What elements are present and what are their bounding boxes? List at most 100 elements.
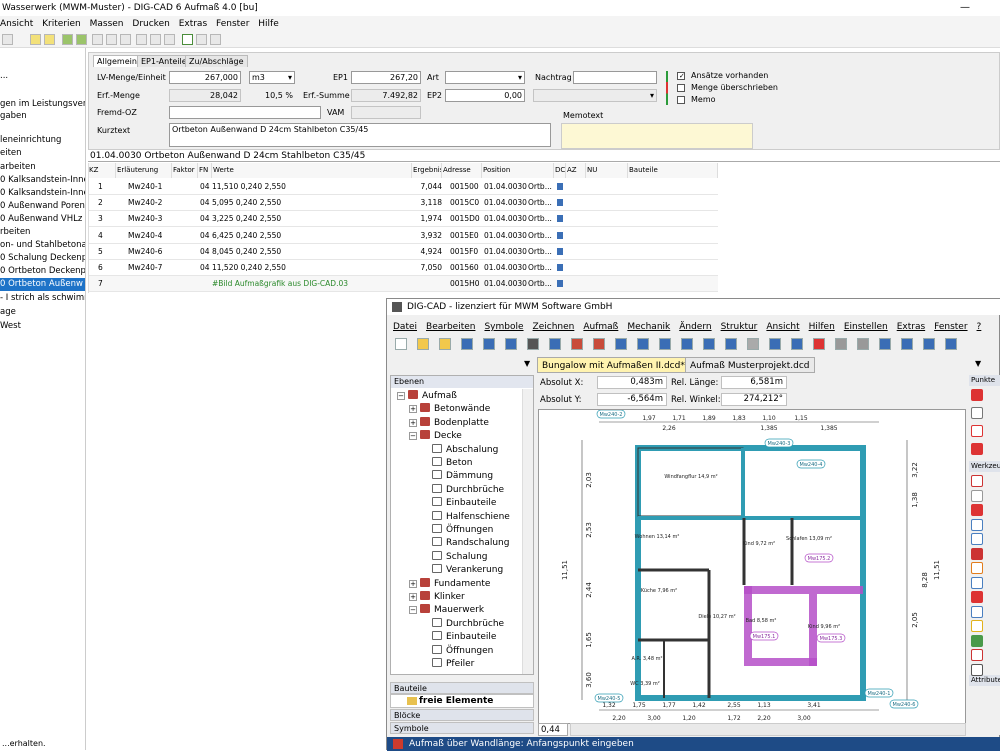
table-row[interactable]: 2 Mw240-2 04 5,095 0,240 2,550 3,118 0015C0 01… <box>88 195 718 212</box>
table-row[interactable]: 7 #Bild Aufmaßgrafik aus DIG-CAD.03 0015H0… <box>88 276 718 293</box>
tree-item[interactable]: gaben <box>0 110 85 123</box>
lv-menge-field[interactable]: 267,000 <box>169 71 241 84</box>
tab-ep1-anteile[interactable]: EP1-Anteile <box>137 55 191 67</box>
cad-toolbar-icon[interactable] <box>747 338 759 350</box>
cad-toolbar-icon[interactable] <box>901 338 913 350</box>
tool-icon[interactable] <box>971 425 983 437</box>
check-icon[interactable] <box>62 34 73 45</box>
panel-chevron-icon[interactable]: ▼ <box>524 359 530 368</box>
grid-header[interactable]: DC <box>554 163 566 178</box>
attach-icon[interactable] <box>196 34 207 45</box>
layer-node[interactable]: + Bodenplatte <box>409 416 489 430</box>
bauteile-header[interactable]: Bauteile <box>390 682 534 694</box>
tree-item[interactable]: 0 Schalung Deckenp <box>0 252 85 265</box>
cad-toolbar-icon[interactable] <box>417 338 429 350</box>
cad-toolbar-icon[interactable] <box>593 338 605 350</box>
grid-header[interactable]: Position <box>482 163 554 178</box>
tab-aufmass-musterprojekt[interactable]: Aufmaß Musterprojekt.dcd <box>685 357 815 373</box>
tab-list-chevron-icon[interactable]: ▼ <box>975 359 981 368</box>
menu-massen[interactable]: Massen <box>90 16 124 32</box>
tree-item[interactable]: on- und Stahlbetonart <box>0 239 85 252</box>
tree-item[interactable]: leneinrichtung <box>0 134 85 147</box>
verify-icon[interactable] <box>182 34 193 45</box>
layer-node[interactable]: Öffnungen <box>421 644 493 658</box>
layer-node[interactable]: Abschalung <box>421 443 498 457</box>
cad-menu-item[interactable]: Datei <box>393 319 417 335</box>
lv-icon[interactable] <box>30 34 41 45</box>
collapse-icon[interactable]: − <box>397 392 405 400</box>
layer-node[interactable]: + Betonwände <box>409 403 490 416</box>
minimize-icon[interactable]: — <box>960 0 970 16</box>
layer-node[interactable]: − Mauerwerk <box>409 604 484 617</box>
ansaetze-checkbox[interactable]: ✓ <box>677 72 685 80</box>
tool-icon[interactable] <box>971 518 983 531</box>
tool-icon[interactable] <box>971 533 983 545</box>
cad-toolbar-icon[interactable] <box>615 338 627 350</box>
einheit-select[interactable]: m3 <box>249 71 295 84</box>
menu-hilfe[interactable]: Hilfe <box>258 16 278 32</box>
menu-drucken[interactable]: Drucken <box>132 16 169 32</box>
tool-icon[interactable] <box>971 663 983 676</box>
symbole-header[interactable]: Symbole <box>390 722 534 734</box>
cad-drawing-canvas[interactable]: Windfangflur 14,9 m² Wohnen 13,14 m² Kind … <box>538 409 966 724</box>
cad-toolbar-icon[interactable] <box>725 338 737 350</box>
tree-item[interactable]: ... <box>0 70 85 83</box>
table-row[interactable]: 4 Mw240-4 04 6,425 0,240 2,550 3,932 0015E0 01… <box>88 228 718 244</box>
cad-toolbar-icon[interactable] <box>857 338 869 350</box>
nachtrag-field[interactable] <box>573 71 657 84</box>
tab-bungalow[interactable]: Bungalow mit Aufmaßen II.dcd* ✕ <box>537 357 701 373</box>
layer-node[interactable]: Dämmung <box>421 470 493 483</box>
redo-icon[interactable] <box>120 34 131 45</box>
grid-header[interactable]: Bauteile <box>628 163 718 178</box>
tree-item[interactable]: - I strich als schwimr <box>0 292 85 305</box>
tab-zu-abschlaege[interactable]: Zu/Abschläge <box>185 55 248 67</box>
grid-header[interactable]: KZ <box>88 163 116 178</box>
cad-toolbar-icon[interactable] <box>681 338 693 350</box>
layer-node[interactable]: Einbauteile <box>421 631 496 644</box>
table-row[interactable]: 3 Mw240-3 04 3,225 0,240 2,550 1,974 0015D0 01… <box>88 211 718 228</box>
lv2-icon[interactable] <box>44 34 55 45</box>
cad-toolbar-icon[interactable] <box>945 338 957 350</box>
tool-icon[interactable] <box>971 620 983 632</box>
tool-icon[interactable] <box>971 443 983 455</box>
cad-menu-item[interactable]: Struktur <box>721 319 758 335</box>
cad-toolbar-icon[interactable] <box>483 338 495 350</box>
tool-icon[interactable] <box>971 605 983 618</box>
layer-node[interactable]: Öffnungen <box>421 524 493 537</box>
cad-toolbar-icon[interactable] <box>461 338 473 350</box>
tree-item[interactable]: 0 Außenwand Poren <box>0 200 85 213</box>
cad-toolbar-icon[interactable] <box>769 338 781 350</box>
cad-menu-item[interactable]: ? <box>977 319 982 335</box>
table-row[interactable]: 1 Mw240-1 04 11,510 0,240 2,550 7,044 001500 0… <box>88 179 718 195</box>
tool-icon[interactable] <box>971 547 983 560</box>
cad-toolbar-icon[interactable] <box>505 338 517 350</box>
undo-icon[interactable] <box>106 34 117 45</box>
tree-item[interactable]: rbeiten <box>0 226 85 239</box>
expand-icon[interactable]: + <box>409 579 417 588</box>
tool-icon[interactable] <box>971 591 983 603</box>
layer-node[interactable]: Verankerung <box>421 564 503 577</box>
layer-node[interactable]: + Fundamente <box>409 577 490 591</box>
properties-icon[interactable] <box>150 34 161 45</box>
tool-icon[interactable] <box>971 562 983 574</box>
cad-toolbar-icon[interactable] <box>813 338 825 350</box>
table-row[interactable]: 5 Mw240-6 04 8,045 0,240 2,550 4,924 0015F0 01… <box>88 244 718 260</box>
collapse-icon[interactable]: − <box>409 432 417 441</box>
toolbar-icon[interactable] <box>2 34 13 45</box>
cad-toolbar-icon[interactable] <box>549 338 561 350</box>
grid-header[interactable]: FN <box>198 163 212 178</box>
tool-icon[interactable] <box>971 475 983 487</box>
layer-node[interactable]: − Decke <box>409 430 462 443</box>
cad-toolbar-icon[interactable] <box>879 338 891 350</box>
layer-node[interactable]: Halfenschiene <box>421 510 510 524</box>
tool-icon[interactable] <box>971 389 983 401</box>
tool-icon[interactable] <box>971 634 983 647</box>
attribute-header[interactable]: Attribute <box>969 675 1000 686</box>
cad-toolbar-icon[interactable] <box>637 338 649 350</box>
menu-fenster[interactable]: Fenster <box>216 16 249 32</box>
menge-ueberschrieben-checkbox[interactable] <box>677 84 685 92</box>
grid-header[interactable]: Ergebnis <box>412 163 442 178</box>
expand-icon[interactable]: + <box>409 418 417 427</box>
cad-toolbar-icon[interactable] <box>923 338 935 350</box>
cad-toolbar-icon[interactable] <box>527 338 539 350</box>
